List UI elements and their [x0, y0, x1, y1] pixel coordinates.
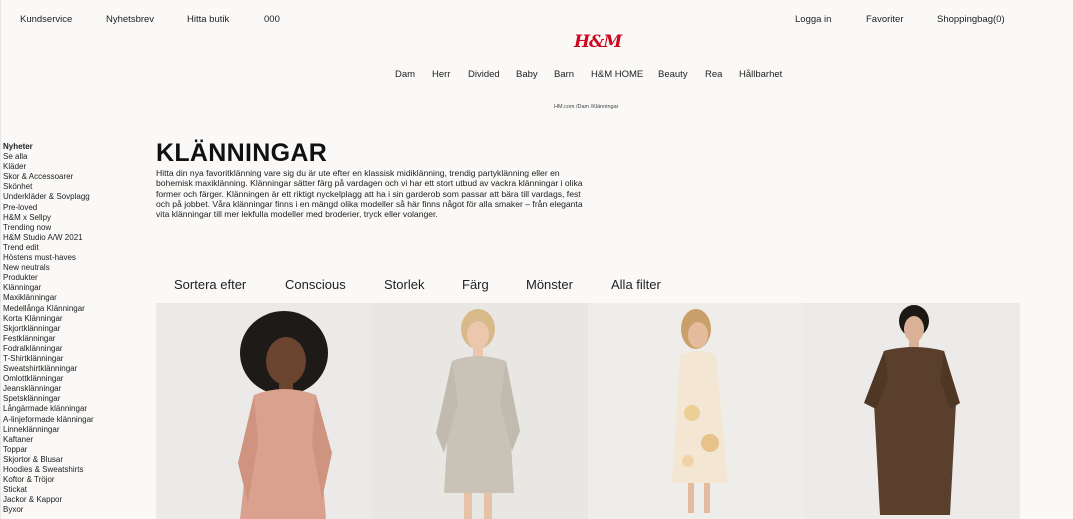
sidebar-item-produkter[interactable]: Produkter — [3, 273, 153, 283]
product-card[interactable] — [804, 303, 1020, 519]
sidebar-item-spetsklanningar[interactable]: Spetsklänningar — [3, 394, 153, 404]
sidebar-item-jeansklanningar[interactable]: Jeansklänningar — [3, 384, 153, 394]
sort-button[interactable]: Sortera efter — [174, 277, 246, 292]
sidebar-item-skor-accessoarer[interactable]: Skor & Accessoarer — [3, 172, 153, 182]
sidebar-item-hostens-must-haves[interactable]: Höstens must-haves — [3, 253, 153, 263]
sidebar-item-pre-loved[interactable]: Pre-loved — [3, 203, 153, 213]
nav-item-hm-home[interactable]: H&M HOME — [591, 69, 643, 80]
sidebar-item-klader[interactable]: Kläder — [3, 162, 153, 172]
sidebar-item-medellanga[interactable]: Medellånga Klänningar — [3, 304, 153, 314]
sidebar-heading-nyheter[interactable]: Nyheter — [3, 142, 153, 152]
hm-logo[interactable]: H&M — [574, 32, 622, 52]
sidebar-item-toppar[interactable]: Toppar — [3, 445, 153, 455]
favorites-link[interactable]: Favoriter — [866, 14, 903, 25]
product-card[interactable] — [372, 303, 588, 519]
nav-item-dam[interactable]: Dam — [395, 69, 415, 80]
nav-item-hallbarhet[interactable]: Hållbarhet — [739, 69, 782, 80]
login-link[interactable]: Logga in — [795, 14, 831, 25]
sidebar-item-hoodies-sweatshirts[interactable]: Hoodies & Sweatshirts — [3, 465, 153, 475]
sidebar-item-byxor[interactable]: Byxor — [3, 505, 153, 515]
shopping-bag-link[interactable]: Shoppingbag(0) — [937, 14, 1005, 25]
page-title: KLÄNNINGAR — [156, 139, 328, 167]
sidebar-item-a-linjeformade[interactable]: A-linjeformade klänningar — [3, 415, 153, 425]
sidebar-item-underklader-sovplagg[interactable]: Underkläder & Sovplagg — [3, 192, 153, 202]
store-code[interactable]: 000 — [264, 14, 280, 25]
product-card[interactable] — [156, 303, 372, 519]
sidebar-item-new-neutrals[interactable]: New neutrals — [3, 263, 153, 273]
nav-item-barn[interactable]: Barn — [554, 69, 574, 80]
model-brown-dress-image[interactable] — [804, 303, 1020, 519]
sidebar-item-t-shirtklanningar[interactable]: T-Shirtklänningar — [3, 354, 153, 364]
color-filter-button[interactable]: Färg — [462, 277, 489, 292]
sidebar-item-korta[interactable]: Korta Klänningar — [3, 314, 153, 324]
sidebar-item-kaftaner[interactable]: Kaftaner — [3, 435, 153, 445]
sidebar-item-linneklanningar[interactable]: Linneklänningar — [3, 425, 153, 435]
customer-service-link[interactable]: Kundservice — [20, 14, 72, 25]
model-floral-dress-image[interactable] — [588, 303, 804, 519]
all-filters-button[interactable]: Alla filter — [611, 277, 661, 292]
page-description: Hitta din nya favoritklänning vare sig d… — [156, 168, 583, 220]
sidebar-item-sweatshirtklanningar[interactable]: Sweatshirtklänningar — [3, 364, 153, 374]
sidebar-item-omlottklanningar[interactable]: Omlottklänningar — [3, 374, 153, 384]
sidebar-item-trending-now[interactable]: Trending now — [3, 223, 153, 233]
sidebar-item-skjortor-blusar[interactable]: Skjortor & Blusar — [3, 455, 153, 465]
sidebar-item-se-alla[interactable]: Se alla — [3, 152, 153, 162]
sidebar-item-maxiklanningar[interactable]: Maxiklänningar — [3, 293, 153, 303]
sidebar-item-festklanningar[interactable]: Festklänningar — [3, 334, 153, 344]
sidebar-item-skjortklanningar[interactable]: Skjortklänningar — [3, 324, 153, 334]
sidebar-item-stickat[interactable]: Stickat — [3, 485, 153, 495]
sidebar-item-trend-edit[interactable]: Trend edit — [3, 243, 153, 253]
sidebar-item-koftor-trojor[interactable]: Koftor & Tröjor — [3, 475, 153, 485]
conscious-filter-button[interactable]: Conscious — [285, 277, 346, 292]
pattern-filter-button[interactable]: Mönster — [526, 277, 573, 292]
model-pink-dress-image[interactable] — [156, 303, 372, 519]
size-filter-button[interactable]: Storlek — [384, 277, 424, 292]
sidebar-item-fodralklanningar[interactable]: Fodralklänningar — [3, 344, 153, 354]
breadcrumb[interactable]: HM.com /Dam /Klänningar — [554, 104, 619, 110]
model-knit-dress-image[interactable] — [372, 303, 588, 519]
sidebar-item-langarmade[interactable]: Långärmade klänningar — [3, 404, 153, 414]
find-store-link[interactable]: Hitta butik — [187, 14, 229, 25]
product-card[interactable] — [588, 303, 804, 519]
sidebar-item-hm-studio[interactable]: H&M Studio A/W 2021 — [3, 233, 153, 243]
nav-item-herr[interactable]: Herr — [432, 69, 450, 80]
sidebar-item-klanningar[interactable]: Klänningar — [3, 283, 153, 293]
category-sidebar: Nyheter Se alla Kläder Skor & Accessoare… — [3, 142, 153, 515]
nav-item-beauty[interactable]: Beauty — [658, 69, 688, 80]
nav-item-baby[interactable]: Baby — [516, 69, 538, 80]
newsletter-link[interactable]: Nyhetsbrev — [106, 14, 154, 25]
nav-item-divided[interactable]: Divided — [468, 69, 500, 80]
sidebar-item-hm-x-sellpy[interactable]: H&M x Sellpy — [3, 213, 153, 223]
product-grid — [156, 303, 1020, 519]
nav-item-rea[interactable]: Rea — [705, 69, 722, 80]
sidebar-item-jackor-kappor[interactable]: Jackor & Kappor — [3, 495, 153, 505]
sidebar-item-skonhet[interactable]: Skönhet — [3, 182, 153, 192]
